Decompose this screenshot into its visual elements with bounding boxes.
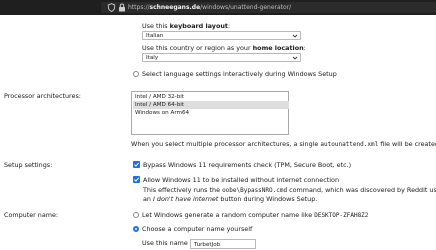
lock-icon — [119, 3, 125, 12]
architecture-option-x86[interactable]: Intel / AMD 32-bit — [133, 93, 289, 101]
bypassnro-description: This effectively runs the oobe\BypassNRO… — [143, 186, 436, 195]
processor-architectures-label: Processor architectures: — [4, 92, 81, 100]
random-name-label: Let Windows generate a random computer n… — [142, 211, 368, 220]
computer-name-input[interactable] — [191, 241, 255, 249]
architectures-note: When you select multiple processor archi… — [131, 140, 436, 149]
interactive-language-label: Select language settings interactively d… — [142, 70, 337, 78]
no-internet-checkbox[interactable] — [133, 176, 140, 183]
home-label-bold: home location — [252, 44, 304, 52]
page-content: Use this keyboard layout: Italian Use th… — [0, 15, 436, 250]
architectures-note-prefix: When you select multiple processor archi… — [131, 140, 321, 148]
choose-name-label: Choose a computer name yourself — [142, 225, 253, 233]
architectures-note-code: autounattend.xml — [320, 141, 379, 148]
home-label-prefix: Use this country or region as your — [142, 44, 253, 52]
architectures-note-suffix: file will be created t — [380, 140, 436, 148]
url-host: schneegans.de — [149, 4, 201, 11]
architecture-option-amd64[interactable]: Intel / AMD 64-bit — [133, 101, 289, 109]
home-location-value: Italy — [146, 55, 159, 61]
computer-name-label: Computer name: — [4, 211, 59, 219]
chevron-down-icon — [292, 34, 298, 38]
url-path: /windows/unattend-generator/ — [200, 4, 292, 11]
keyboard-label-prefix: Use this — [142, 22, 170, 30]
keyboard-layout-value: Italian — [146, 33, 164, 39]
keyboard-layout-select[interactable]: Italian — [142, 31, 301, 40]
keyboard-layout-label: Use this keyboard layout: — [142, 22, 230, 30]
bypass-requirements-checkbox[interactable] — [133, 161, 140, 168]
bypassnro-line2-italic: I don't have internet — [153, 195, 219, 203]
bypassnro-line2-prefix: an — [143, 195, 153, 203]
bypassnro-prefix: This effectively runs the — [143, 186, 223, 194]
keyboard-label-bold: keyboard layout — [169, 22, 228, 30]
home-label-suffix: : — [303, 44, 306, 52]
keyboard-label-suffix: : — [227, 22, 231, 30]
address-url[interactable]: https://schneegans.de/windows/unattend-g… — [128, 4, 291, 11]
bypassnro-description-line2: an I don't have internet button during W… — [143, 195, 317, 203]
random-name-prefix: Let Windows generate a random computer n… — [142, 211, 315, 219]
checkmark-icon — [134, 177, 140, 182]
checkmark-icon — [134, 162, 140, 167]
no-internet-label: Allow Windows 11 to be installed without… — [143, 176, 339, 184]
computer-name-input-wrapper[interactable] — [190, 239, 256, 249]
architectures-listbox[interactable]: Intel / AMD 32-bit Intel / AMD 64-bit Wi… — [131, 91, 289, 135]
shield-icon[interactable] — [107, 3, 116, 12]
interactive-language-radio[interactable] — [133, 71, 139, 77]
bypass-requirements-label: Bypass Windows 11 requirements check (TP… — [143, 161, 352, 169]
url-prefix: https:// — [128, 4, 150, 11]
bypassnro-line2-suffix: button during Windows Setup. — [218, 195, 318, 203]
architecture-option-arm64[interactable]: Windows on Arm64 — [133, 109, 289, 117]
chevron-down-icon — [292, 56, 298, 60]
choose-name-radio[interactable] — [133, 226, 139, 232]
random-name-radio[interactable] — [133, 212, 139, 218]
use-name-label: Use this name — [142, 239, 188, 247]
bypassnro-suffix: command, which was discovered by Reddit … — [287, 186, 436, 194]
home-location-label: Use this country or region as your home … — [142, 44, 306, 52]
home-location-select[interactable]: Italy — [142, 53, 301, 62]
browser-toolbar: https://schneegans.de/windows/unattend-g… — [0, 0, 436, 15]
setup-settings-label: Setup settings: — [4, 161, 53, 169]
random-name-example: DESKTOP-ZFAH8Z2 — [314, 212, 369, 219]
bypassnro-code: oobe\BypassNRO.cmd — [222, 187, 288, 194]
